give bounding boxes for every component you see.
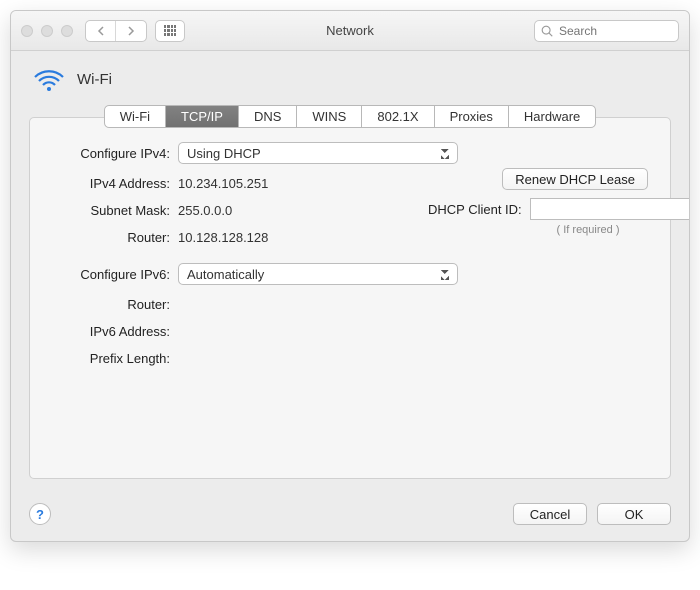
subnet-mask-label: Subnet Mask:: [52, 203, 178, 218]
configure-ipv4-label: Configure IPv4:: [52, 146, 178, 161]
interface-header: Wi-Fi: [11, 51, 689, 101]
tab-bar: Wi-Fi TCP/IP DNS WINS 802.1X Proxies Har…: [104, 105, 597, 128]
forward-button[interactable]: [116, 21, 146, 41]
ipv4-address-value: 10.234.105.251: [178, 176, 268, 191]
tab-wifi[interactable]: Wi-Fi: [105, 106, 166, 127]
cancel-button[interactable]: Cancel: [513, 503, 587, 525]
ipv4-address-label: IPv4 Address:: [52, 176, 178, 191]
tab-8021x[interactable]: 802.1X: [362, 106, 434, 127]
dhcp-client-id-input[interactable]: [530, 198, 690, 220]
network-prefs-window: Network Wi-Fi Wi-Fi TCP/IP DNS WINS 802.…: [10, 10, 690, 542]
close-window-button[interactable]: [21, 25, 33, 37]
if-required-hint: ( If required ): [428, 224, 648, 236]
back-button[interactable]: [86, 21, 116, 41]
nav-back-forward: [85, 20, 147, 42]
router6-label: Router:: [52, 297, 178, 312]
show-all-button[interactable]: [155, 20, 185, 42]
wifi-icon: [33, 65, 65, 93]
chevron-left-icon: [97, 26, 105, 36]
chevron-right-icon: [127, 26, 135, 36]
search-icon: [540, 24, 554, 38]
traffic-lights: [21, 25, 73, 37]
tab-dns[interactable]: DNS: [239, 106, 297, 127]
grid-icon: [164, 25, 176, 37]
prefix-length-label: Prefix Length:: [52, 351, 178, 366]
ipv6-address-label: IPv6 Address:: [52, 324, 178, 339]
configure-ipv4-select[interactable]: Using DHCP: [178, 142, 458, 164]
tcpip-panel: Configure IPv4: Using DHCP IPv4 Address:…: [29, 117, 671, 479]
interface-name: Wi-Fi: [77, 71, 112, 88]
search-input[interactable]: [534, 20, 679, 42]
minimize-window-button[interactable]: [41, 25, 53, 37]
tab-proxies[interactable]: Proxies: [435, 106, 509, 127]
tab-wins[interactable]: WINS: [297, 106, 362, 127]
zoom-window-button[interactable]: [61, 25, 73, 37]
titlebar: Network: [11, 11, 689, 51]
configure-ipv6-select[interactable]: Automatically: [178, 263, 458, 285]
renew-dhcp-button[interactable]: Renew DHCP Lease: [502, 168, 648, 190]
router-value: 10.128.128.128: [178, 230, 268, 245]
configure-ipv6-label: Configure IPv6:: [52, 267, 178, 282]
footer: ? Cancel OK: [11, 493, 689, 541]
router-label: Router:: [52, 230, 178, 245]
subnet-mask-value: 255.0.0.0: [178, 203, 232, 218]
tab-hardware[interactable]: Hardware: [509, 106, 595, 127]
help-button[interactable]: ?: [29, 503, 51, 525]
help-icon: ?: [36, 507, 44, 522]
tab-tcpip[interactable]: TCP/IP: [166, 106, 239, 127]
ok-button[interactable]: OK: [597, 503, 671, 525]
dhcp-client-id-label: DHCP Client ID:: [428, 202, 530, 217]
